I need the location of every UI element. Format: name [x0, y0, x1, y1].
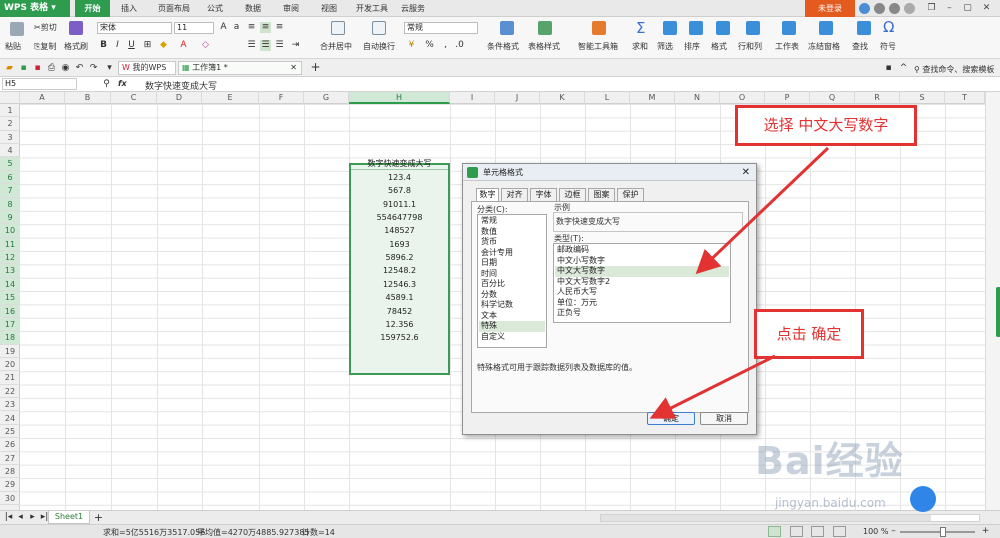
horizontal-scroll-thumb[interactable]	[601, 515, 931, 521]
status-average: 平均值=4270万4885.927385	[197, 528, 310, 537]
sheet-tab-sheet1[interactable]: Sheet1	[48, 511, 90, 524]
normal-view-icon[interactable]	[768, 526, 781, 537]
zoom-slider-thumb[interactable]	[940, 527, 946, 537]
baidu-watermark: Bai经验	[755, 439, 904, 483]
first-sheet-icon[interactable]: |◂	[3, 512, 14, 523]
prev-sheet-icon[interactable]: ◂	[15, 512, 26, 523]
status-count: 计数=14	[302, 528, 335, 537]
next-sheet-icon[interactable]: ▸	[27, 512, 38, 523]
status-sum: 求和=5亿5516万3517.056	[103, 528, 206, 537]
horizontal-scrollbar[interactable]	[600, 514, 980, 522]
zoom-level: 100 %	[863, 527, 889, 536]
page-layout-view-icon[interactable]	[790, 526, 803, 537]
float-button-icon[interactable]	[910, 486, 936, 512]
arrow-to-ok	[649, 354, 776, 419]
sheet-tab-bar: |◂ ◂ ▸ ▸| Sheet1 +	[0, 510, 1000, 524]
page-break-view-icon[interactable]	[811, 526, 824, 537]
baidu-watermark-url: jingyan.baidu.com	[775, 496, 886, 510]
zoom-out-icon[interactable]: –	[888, 526, 899, 537]
arrow-to-type	[695, 146, 830, 275]
status-bar: 求和=5亿5516万3517.056 平均值=4270万4885.927385 …	[0, 524, 1000, 538]
zoom-slider[interactable]	[900, 527, 975, 537]
add-sheet-icon[interactable]: +	[93, 512, 104, 523]
zoom-in-icon[interactable]: +	[980, 526, 991, 537]
reading-view-icon[interactable]	[833, 526, 846, 537]
